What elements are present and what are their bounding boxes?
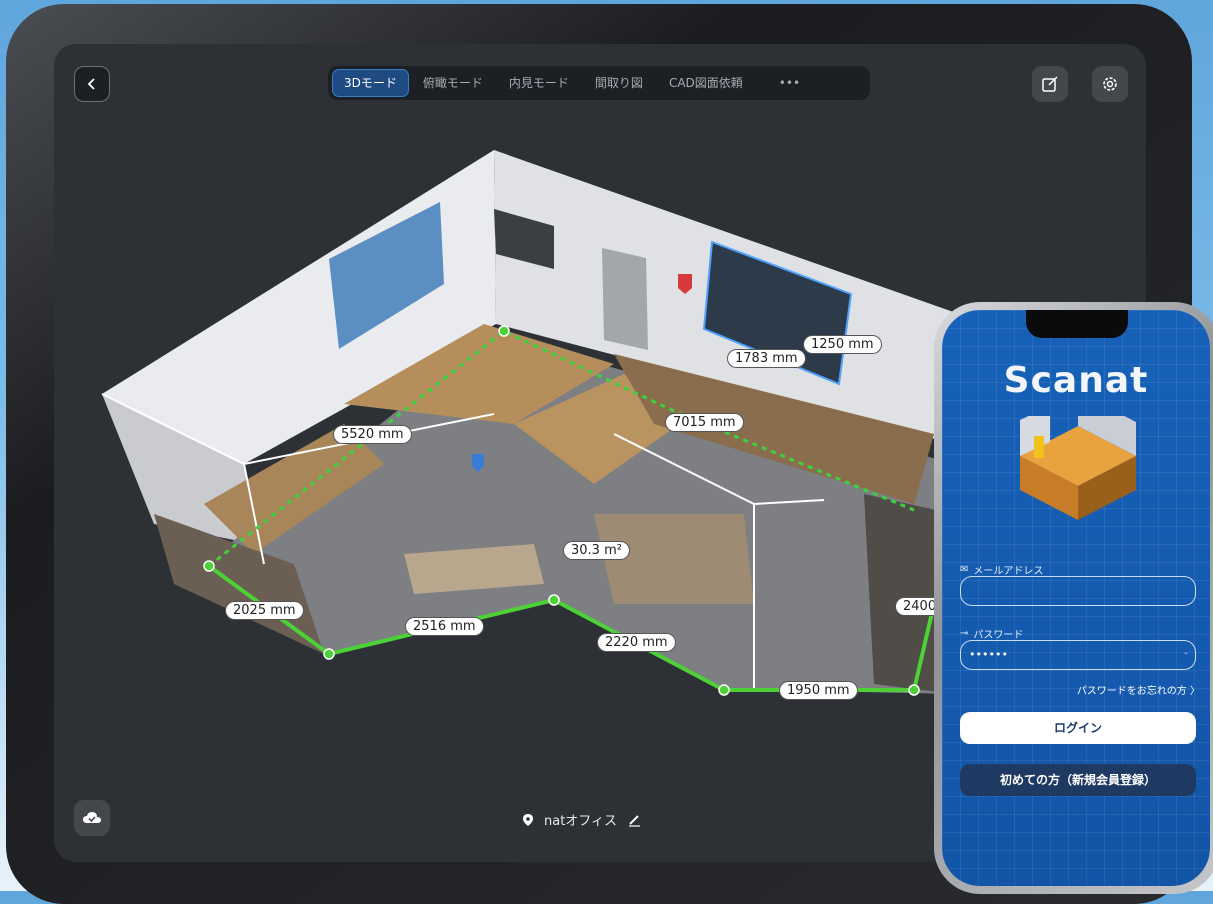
room-illustration-icon [1020, 416, 1136, 520]
location-name: natオフィス [544, 814, 618, 829]
phone-frame: Scanat ✉ メールアドレス ⊸ パスワード •••••• ᵕ パスワードを… [934, 302, 1213, 894]
email-input[interactable] [960, 576, 1196, 606]
email-label: ✉ メールアドレス [960, 564, 1044, 577]
cloud-sync-button[interactable] [74, 800, 110, 836]
edit-square-icon [1042, 76, 1058, 92]
measure-label-2025[interactable]: 2025 mm [226, 602, 303, 619]
phone-notch [1026, 310, 1128, 338]
measure-label-1783[interactable]: 1783 mm [728, 350, 805, 367]
signup-button[interactable]: 初めての方（新規会員登録） [960, 764, 1196, 796]
settings-button[interactable] [1092, 66, 1128, 102]
vertex [548, 594, 560, 606]
password-input[interactable]: •••••• [960, 640, 1196, 670]
tab-viewing-mode[interactable]: 内見モード [497, 69, 581, 97]
measure-label-5520[interactable]: 5520 mm [334, 426, 411, 443]
tab-floor-plan[interactable]: 間取り図 [583, 69, 655, 97]
tab-3d-mode[interactable]: 3Dモード [332, 69, 409, 97]
measure-label-2220[interactable]: 2220 mm [598, 634, 675, 651]
vertex [908, 684, 920, 696]
vertex [498, 325, 510, 337]
vertex [323, 648, 335, 660]
pencil-icon[interactable] [627, 813, 641, 827]
cloud-check-icon [83, 812, 101, 823]
desk-front-center [594, 514, 754, 604]
tab-cad-request[interactable]: CAD図面依頼 [657, 69, 755, 97]
tab-overhead-mode[interactable]: 俯瞰モード [411, 69, 495, 97]
location-bar[interactable]: natオフィス [522, 810, 641, 829]
back-button[interactable] [74, 66, 110, 102]
edit-button[interactable] [1032, 66, 1068, 102]
vertex [203, 560, 215, 572]
measure-label-1950[interactable]: 1950 mm [780, 682, 857, 699]
login-button[interactable]: ログイン [960, 712, 1196, 744]
measure-label-7015[interactable]: 7015 mm [666, 414, 743, 431]
elevator-door [602, 248, 648, 350]
mode-tab-bar: 3Dモード 俯瞰モード 内見モード 間取り図 CAD図面依頼 ••• [328, 66, 870, 100]
area-label[interactable]: 30.3 m² [564, 542, 629, 559]
vertex [718, 684, 730, 696]
mail-icon: ✉ [960, 564, 969, 575]
chevron-left-icon [87, 78, 95, 90]
show-password-icon[interactable]: ᵕ [1184, 650, 1188, 660]
phone-screen: Scanat ✉ メールアドレス ⊸ パスワード •••••• ᵕ パスワードを… [942, 310, 1210, 886]
forgot-password-link[interactable]: パスワードをお忘れの方 〉 [1077, 682, 1200, 697]
app-logo: Scanat [1003, 360, 1149, 401]
measure-label-1250[interactable]: 1250 mm [804, 336, 881, 353]
tab-more[interactable]: ••• [757, 69, 822, 97]
password-label: ⊸ パスワード [960, 628, 1024, 641]
key-icon: ⊸ [960, 628, 969, 639]
gear-icon [1103, 77, 1117, 91]
measure-label-2516[interactable]: 2516 mm [406, 618, 483, 635]
location-pin-icon [523, 813, 533, 826]
